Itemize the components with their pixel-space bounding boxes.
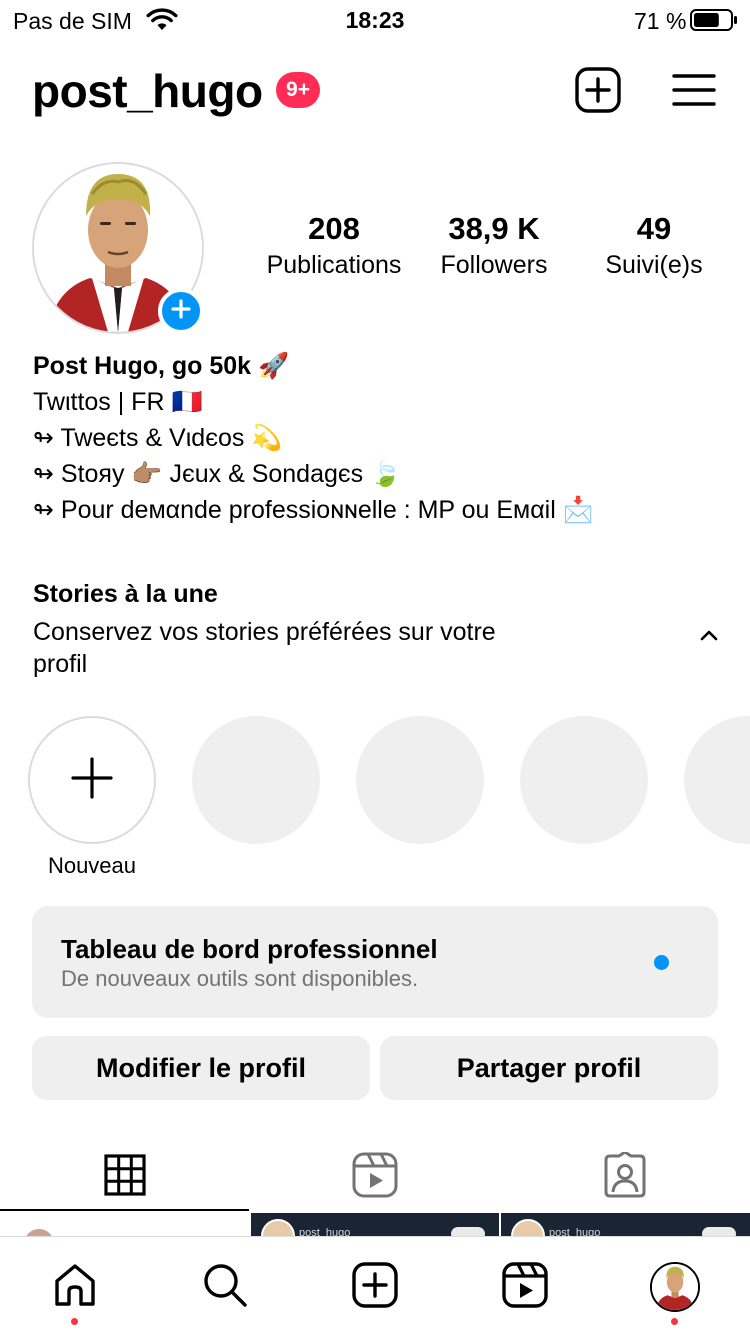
profile-avatar[interactable] — [32, 162, 204, 334]
reels-icon — [502, 1261, 548, 1313]
stat-publications[interactable]: 208 Publications — [254, 210, 414, 282]
edit-profile-button[interactable]: Modifier le profil — [32, 1036, 370, 1100]
battery-percent: 71 % — [634, 8, 687, 34]
dashboard-title: Tableau de bord professionnel — [61, 934, 438, 964]
stat-label: Publications — [266, 251, 402, 279]
stat-label: Suivi(e)s — [605, 251, 703, 279]
stat-value: 208 — [308, 211, 360, 246]
profile-header: post_hugo 9+ — [0, 60, 750, 124]
status-bar: Pas de SIM 18:23 71 % — [0, 0, 750, 40]
bottom-navigation — [0, 1236, 750, 1334]
profile-notification-dot — [671, 1318, 678, 1325]
share-profile-button[interactable]: Partager profil — [380, 1036, 718, 1100]
highlight-placeholder — [192, 716, 320, 844]
plus-icon — [71, 756, 113, 804]
bio-display-name: Post Hugo, go 50k 🚀 — [33, 352, 290, 380]
highlight-placeholder — [356, 716, 484, 844]
tab-tagged[interactable] — [500, 1142, 750, 1212]
bio-line: Twιttos | FR 🇫🇷 — [33, 388, 203, 416]
profile-avatar-icon — [650, 1262, 700, 1312]
add-story-button[interactable] — [158, 288, 204, 334]
tab-reels[interactable] — [250, 1142, 500, 1212]
menu-button[interactable] — [670, 68, 718, 116]
tab-posts-grid[interactable] — [0, 1142, 250, 1212]
professional-dashboard-card[interactable]: Tableau de bord professionnel De nouveau… — [32, 906, 718, 1018]
bio-line: ↬ Stoяy 👉🏽 Jєux & Sondagєs 🍃 — [33, 460, 402, 488]
tagged-icon — [602, 1150, 648, 1203]
hamburger-menu-icon — [672, 72, 716, 113]
active-tab-indicator — [0, 1209, 249, 1211]
highlights-subtitle: Conservez vos stories préférées sur votr… — [33, 618, 496, 678]
highlight-placeholder — [684, 716, 750, 844]
stat-label: Followers — [440, 251, 548, 279]
chevron-up-icon[interactable] — [696, 622, 722, 648]
nav-profile[interactable] — [645, 1257, 705, 1317]
nav-home[interactable] — [45, 1257, 105, 1317]
stat-value: 49 — [636, 211, 672, 246]
username[interactable]: post_hugo — [32, 64, 263, 118]
post-avatar — [261, 1219, 295, 1237]
profile-bio: Post Hugo, go 50k 🚀 Twιttos | FR 🇫🇷 ↬ Tw… — [33, 348, 723, 528]
home-icon — [51, 1261, 99, 1314]
grid-post-thumbnail[interactable]: post_hugo — [501, 1213, 750, 1237]
stat-following[interactable]: 49 Suivi(e)s — [574, 210, 734, 282]
highlight-placeholder — [520, 716, 648, 844]
highlights-title: Stories à la une — [33, 580, 218, 608]
new-highlight-label: Nouveau — [47, 853, 137, 878]
plus-icon — [170, 298, 192, 325]
notification-badge[interactable]: 9+ — [276, 72, 320, 108]
nav-search[interactable] — [195, 1257, 255, 1317]
create-icon — [352, 1261, 398, 1313]
home-notification-dot — [71, 1318, 78, 1325]
create-button[interactable] — [574, 66, 622, 118]
post-avatar — [511, 1219, 545, 1237]
new-highlight-button[interactable] — [28, 716, 156, 844]
reels-icon — [352, 1152, 398, 1203]
stat-followers[interactable]: 38,9 K Followers — [414, 210, 574, 282]
grid-post-thumbnail[interactable]: post_hugo — [251, 1213, 499, 1237]
nav-reels[interactable] — [495, 1257, 555, 1317]
new-indicator-dot — [654, 955, 669, 970]
bio-line: ↬ Pour deмαnde professioɴɴelle : MP ou E… — [33, 496, 594, 524]
plus-square-icon — [575, 66, 621, 118]
nav-create[interactable] — [345, 1257, 405, 1317]
grid-icon — [104, 1153, 146, 1201]
search-icon — [201, 1261, 249, 1314]
grid-post-thumbnail[interactable] — [0, 1213, 249, 1237]
stat-value: 38,9 K — [448, 211, 540, 246]
dashboard-subtitle: De nouveaux outils sont disponibles. — [61, 966, 419, 991]
bio-line: ↬ Tweєts & Vιdєos 💫 — [33, 424, 283, 452]
battery-icon — [690, 9, 738, 36]
